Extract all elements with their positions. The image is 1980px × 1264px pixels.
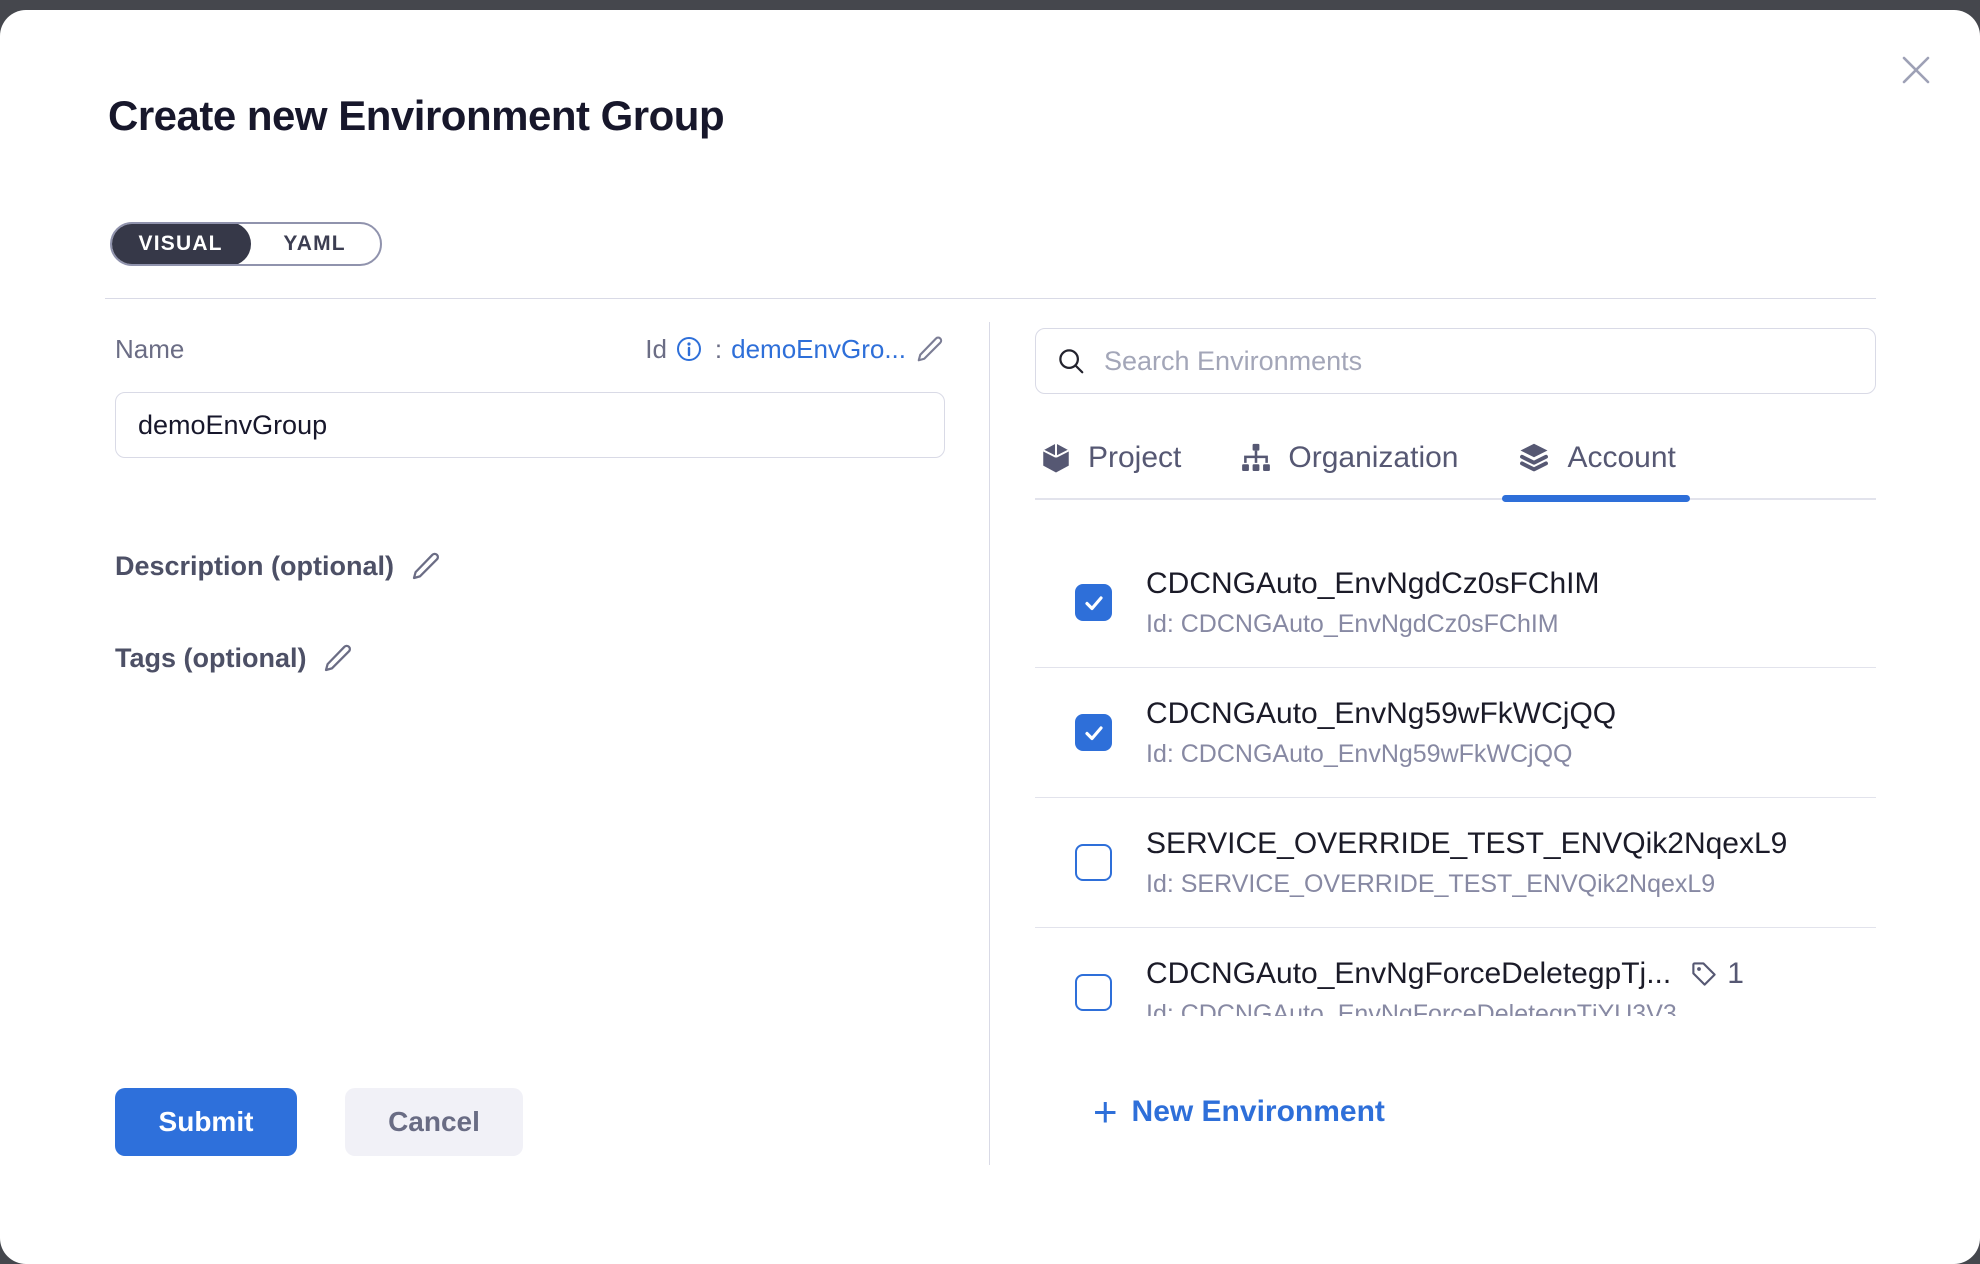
tag-count: 1 bbox=[1727, 957, 1744, 991]
panes-divider bbox=[989, 322, 990, 1165]
edit-tags-pencil-icon[interactable] bbox=[322, 642, 354, 674]
checkbox-unchecked-icon[interactable] bbox=[1075, 844, 1112, 881]
name-input[interactable] bbox=[115, 392, 945, 458]
close-icon[interactable] bbox=[1892, 46, 1940, 94]
toggle-yaml[interactable]: YAML bbox=[249, 222, 380, 266]
tag-count-badge: 1 bbox=[1689, 957, 1744, 991]
name-row: Name Id : demoEnvGro... bbox=[115, 328, 945, 370]
new-environment-label: New Environment bbox=[1132, 1095, 1385, 1129]
cancel-button[interactable]: Cancel bbox=[345, 1088, 523, 1156]
checkbox-checked-icon[interactable] bbox=[1075, 584, 1112, 621]
tab-organization-label: Organization bbox=[1288, 441, 1458, 475]
environment-name: CDCNGAuto_EnvNg59wFkWCjQQ bbox=[1146, 697, 1616, 731]
environment-name: CDCNGAuto_EnvNgForceDeletegpTj... bbox=[1146, 957, 1671, 991]
environment-id: Id: CDCNGAuto_EnvNg59wFkWCjQQ bbox=[1146, 740, 1616, 769]
environment-row-4[interactable]: CDCNGAuto_EnvNgForceDeletegpTj... 1 I bbox=[1035, 928, 1876, 1016]
name-label: Name bbox=[115, 334, 184, 365]
id-label: Id bbox=[645, 334, 667, 365]
environment-row-1[interactable]: CDCNGAuto_EnvNgdCz0sFChIM Id: CDCNGAuto_… bbox=[1035, 504, 1876, 668]
search-environments-input[interactable] bbox=[1104, 346, 1855, 377]
environment-row-3[interactable]: SERVICE_OVERRIDE_TEST_ENVQik2NqexL9 Id: … bbox=[1035, 798, 1876, 928]
cube-icon bbox=[1039, 441, 1073, 475]
environment-id: Id: CDCNGAuto_EnvNgForceDeletegpTjYU3V3 bbox=[1146, 1000, 1744, 1017]
page-title: Create new Environment Group bbox=[108, 92, 724, 140]
search-icon bbox=[1056, 346, 1086, 376]
environment-row-2[interactable]: CDCNGAuto_EnvNg59wFkWCjQQ Id: CDCNGAuto_… bbox=[1035, 668, 1876, 798]
environment-name: SERVICE_OVERRIDE_TEST_ENVQik2NqexL9 bbox=[1146, 827, 1787, 861]
environment-id: Id: SERVICE_OVERRIDE_TEST_ENVQik2NqexL9 bbox=[1146, 870, 1787, 899]
submit-button[interactable]: Submit bbox=[115, 1088, 297, 1156]
checkbox-checked-icon[interactable] bbox=[1075, 714, 1112, 751]
id-value-link[interactable]: demoEnvGro... bbox=[731, 334, 906, 365]
tab-project-label: Project bbox=[1088, 441, 1181, 475]
org-chart-icon bbox=[1239, 441, 1273, 475]
toggle-visual[interactable]: VISUAL bbox=[110, 222, 251, 266]
edit-description-pencil-icon[interactable] bbox=[410, 550, 442, 582]
tags-optional-row[interactable]: Tags (optional) bbox=[115, 638, 945, 678]
tag-icon bbox=[1689, 959, 1719, 989]
tab-account-label: Account bbox=[1567, 441, 1675, 475]
footer-actions: Submit Cancel bbox=[115, 1088, 523, 1156]
tab-organization[interactable]: Organization bbox=[1239, 440, 1458, 498]
header-divider bbox=[105, 298, 1876, 299]
layers-icon bbox=[1516, 440, 1552, 476]
environment-name: CDCNGAuto_EnvNgdCz0sFChIM bbox=[1146, 567, 1599, 601]
environment-id: Id: CDCNGAuto_EnvNgdCz0sFChIM bbox=[1146, 610, 1599, 639]
environments-pane: Project Organization bbox=[1035, 328, 1876, 1165]
id-cluster: Id : demoEnvGro... bbox=[645, 334, 945, 365]
info-icon[interactable] bbox=[676, 336, 702, 362]
visual-yaml-toggle: VISUAL YAML bbox=[110, 222, 382, 266]
tags-label: Tags (optional) bbox=[115, 643, 306, 674]
description-optional-row[interactable]: Description (optional) bbox=[115, 546, 945, 586]
plus-icon: + bbox=[1093, 1094, 1118, 1130]
scope-tabs: Project Organization bbox=[1035, 440, 1876, 500]
id-colon: : bbox=[715, 334, 722, 365]
create-environment-group-modal: Create new Environment Group VISUAL YAML… bbox=[0, 10, 1980, 1264]
tab-account[interactable]: Account bbox=[1516, 440, 1675, 498]
new-environment-button[interactable]: + New Environment bbox=[1093, 1094, 1385, 1130]
checkbox-unchecked-icon[interactable] bbox=[1075, 974, 1112, 1011]
edit-id-pencil-icon[interactable] bbox=[915, 334, 945, 364]
description-label: Description (optional) bbox=[115, 551, 394, 582]
environment-list: CDCNGAuto_EnvNgdCz0sFChIM Id: CDCNGAuto_… bbox=[1035, 500, 1876, 1016]
search-environments-box bbox=[1035, 328, 1876, 394]
tab-project[interactable]: Project bbox=[1039, 440, 1181, 498]
form-pane: Name Id : demoEnvGro... bbox=[115, 328, 945, 678]
